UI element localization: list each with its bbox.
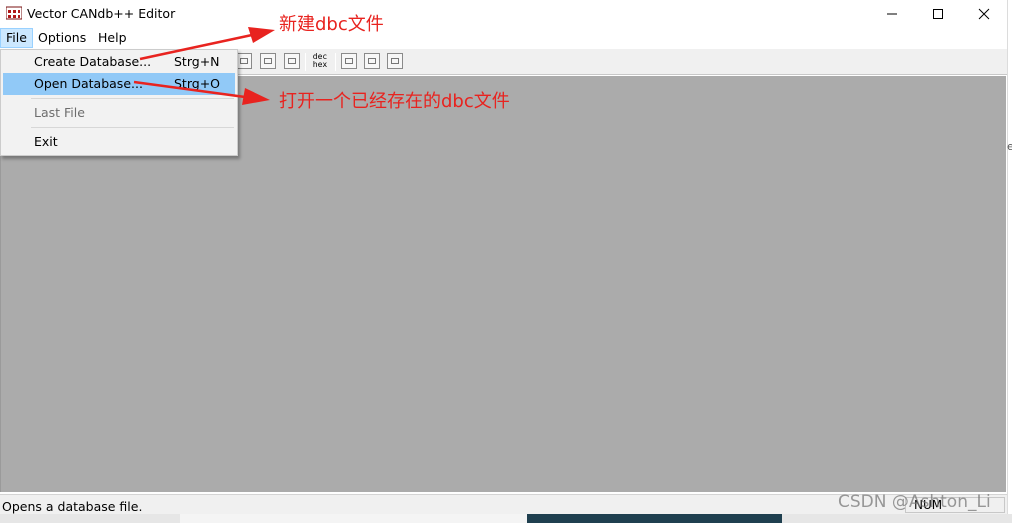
menu-item-create-database[interactable]: Create Database... Strg+N: [3, 51, 235, 73]
background-taskbar-segment: [180, 514, 527, 523]
toolbar-button-1[interactable]: [236, 53, 252, 69]
title-bar: Vector CANdb++ Editor: [0, 0, 1007, 28]
maximize-button[interactable]: [915, 0, 961, 28]
menu-item-open-database[interactable]: Open Database... Strg+O: [3, 73, 235, 95]
background-taskbar-segment: [527, 514, 782, 523]
close-icon: [978, 8, 990, 20]
tile-vertical-icon: [391, 58, 399, 64]
window-icon: [264, 58, 272, 64]
last-file-label: Last File: [34, 105, 85, 120]
open-database-shortcut: Strg+O: [174, 76, 221, 91]
file-menu-dropdown: Create Database... Strg+N Open Database.…: [0, 49, 238, 156]
toolbar-button-3[interactable]: [284, 53, 300, 69]
menu-separator: [31, 98, 234, 99]
menu-file[interactable]: File: [0, 28, 33, 48]
cascade-icon: [345, 58, 353, 64]
menu-item-last-file: Last File: [3, 102, 235, 124]
minimize-button[interactable]: [869, 0, 915, 28]
toolbar-button-2[interactable]: [260, 53, 276, 69]
menu-options[interactable]: Options: [33, 28, 91, 48]
create-database-shortcut: Strg+N: [174, 54, 220, 69]
background-text: eF: [1007, 140, 1012, 153]
create-database-label: Create Database...: [34, 54, 152, 69]
maximize-icon: [933, 9, 943, 19]
tile-horizontal-icon: [368, 58, 376, 64]
dec-hex-button[interactable]: dec hex: [310, 52, 330, 72]
table-icon: [240, 58, 248, 64]
window-icon: [288, 58, 296, 64]
close-button[interactable]: [961, 0, 1007, 28]
annotation-open-dbc: 打开一个已经存在的dbc文件: [279, 91, 510, 112]
watermark: CSDN @Ashton_Li: [838, 492, 991, 512]
tile-horizontal-button[interactable]: [364, 53, 380, 69]
exit-label: Exit: [34, 134, 58, 149]
annotation-new-dbc: 新建dbc文件: [279, 14, 384, 35]
tile-vertical-button[interactable]: [387, 53, 403, 69]
cascade-button[interactable]: [341, 53, 357, 69]
window-title: Vector CANdb++ Editor: [27, 6, 176, 21]
menu-bar: File Options Help: [0, 28, 1007, 49]
minimize-icon: [887, 13, 897, 15]
open-database-label: Open Database...: [34, 76, 143, 91]
status-message: Opens a database file.: [2, 499, 143, 514]
toolbar-separator: [335, 53, 336, 71]
hex-label: hex: [312, 60, 328, 69]
menu-item-exit[interactable]: Exit: [3, 131, 235, 153]
menu-separator: [31, 127, 234, 128]
candb-app-icon: [6, 6, 22, 20]
toolbar-separator: [305, 53, 306, 71]
menu-help[interactable]: Help: [93, 28, 132, 48]
background-window-edge: [1007, 0, 1012, 523]
